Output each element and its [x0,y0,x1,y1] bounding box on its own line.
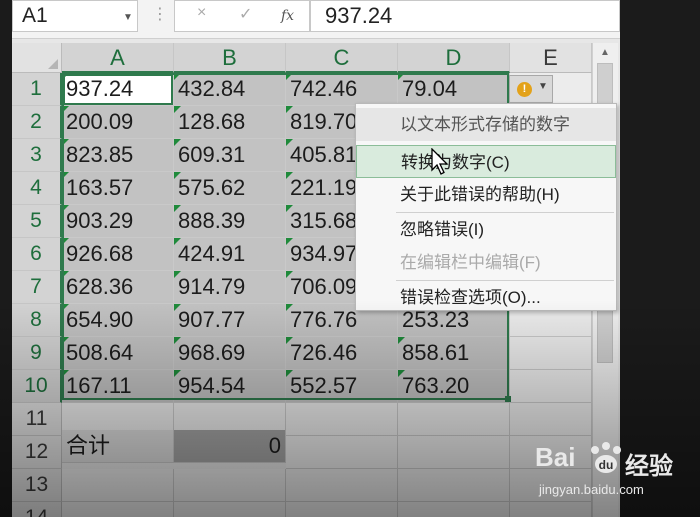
warning-icon: ! [517,82,532,97]
excel-window: A1 ▼ ⋮ × ✓ fx 937.24 A B C D E 123456789… [12,0,620,517]
menu-item-edit-in-formula-bar: 在编辑栏中编辑(F) [400,253,541,272]
total-label-cell[interactable]: 合计 [62,430,174,463]
cell-a10[interactable]: 167.11 [62,370,174,403]
cell-b14[interactable] [174,502,286,517]
formula-buttons: × ✓ fx [174,0,310,32]
cell-a4[interactable]: 163.57 [62,172,174,205]
cell-b5[interactable]: 888.39 [174,205,286,238]
cell-e11[interactable] [510,403,592,436]
cell-a8[interactable]: 654.90 [62,304,174,337]
name-box[interactable]: A1 ▼ [12,0,138,32]
column-header-e[interactable]: E [510,43,592,73]
formula-bar: A1 ▼ ⋮ × ✓ fx 937.24 [12,0,620,39]
cell-a1[interactable]: 937.24 [62,73,174,106]
scroll-up-icon[interactable]: ▲ [600,47,610,58]
cell-c1[interactable]: 742.46 [286,73,398,106]
cell-a6[interactable]: 926.68 [62,238,174,271]
cell-b13[interactable] [174,469,286,502]
row-header-13[interactable]: 13 [12,469,62,502]
column-header-b[interactable]: B [174,43,286,73]
error-check-button[interactable]: ! ▼ [509,75,553,103]
formula-input[interactable]: 937.24 [310,0,620,32]
cell-c14[interactable] [286,502,398,517]
column-header-c[interactable]: C [286,43,398,73]
row-header-12[interactable]: 12 [12,436,62,469]
row-header-14[interactable]: 14 [12,502,62,517]
cell-d12[interactable] [398,436,510,469]
cell-b1[interactable]: 432.84 [174,73,286,106]
mouse-pointer-icon [431,148,449,175]
cell-a9[interactable]: 508.64 [62,337,174,370]
fill-handle[interactable] [505,396,511,402]
row-header-9[interactable]: 9 [12,337,62,370]
cell-d13[interactable] [398,469,510,502]
cancel-icon[interactable]: × [197,4,206,22]
cell-a3[interactable]: 823.85 [62,139,174,172]
cell-d1[interactable]: 79.04 [398,73,510,106]
chevron-down-icon[interactable]: ▼ [123,3,133,33]
cell-b4[interactable]: 575.62 [174,172,286,205]
cell-b2[interactable]: 128.68 [174,106,286,139]
menu-item-error-help[interactable]: 关于此错误的帮助(H) [356,178,616,211]
row-header-4[interactable]: 4 [12,172,62,205]
cell-a2[interactable]: 200.09 [62,106,174,139]
cell-c13[interactable] [286,469,398,502]
total-value-cell[interactable]: 0 [174,430,286,463]
enter-icon[interactable]: ✓ [239,4,252,24]
cell-b10[interactable]: 954.54 [174,370,286,403]
row-header-5[interactable]: 5 [12,205,62,238]
chevron-down-icon: ▼ [538,81,548,92]
cell-d14[interactable] [398,502,510,517]
row-header-2[interactable]: 2 [12,106,62,139]
column-header-d[interactable]: D [398,43,510,73]
separator-icon: ⋮ [152,6,168,23]
cell-a13[interactable] [62,469,174,502]
paw-logo-icon: du [591,442,621,473]
watermark-brand-cn: 经验 [625,453,673,480]
cell-e10[interactable] [510,370,592,403]
cell-d9[interactable]: 858.61 [398,337,510,370]
baidu-jingyan-watermark: Bai du 经验 jingyan.baidu.com [535,438,695,508]
watermark-url: jingyan.baidu.com [539,482,644,497]
svg-text:du: du [599,458,614,472]
cell-a5[interactable]: 903.29 [62,205,174,238]
cell-a14[interactable] [62,502,174,517]
row-header-1[interactable]: 1 [12,73,62,106]
cell-a7[interactable]: 628.36 [62,271,174,304]
cell-c12[interactable] [286,436,398,469]
menu-item-convert-to-number[interactable]: 转换为数字(C) [356,145,616,178]
row-header-7[interactable]: 7 [12,271,62,304]
menu-header: 以文本形式存储的数字 [356,108,616,141]
cell-d10[interactable]: 763.20 [398,370,510,403]
select-all-button[interactable] [12,43,62,73]
row-header-6[interactable]: 6 [12,238,62,271]
watermark-brand: Bai [535,442,576,472]
menu-item-ignore-error[interactable]: 忽略错误(I) [356,213,616,246]
row-header-3[interactable]: 3 [12,139,62,172]
row-header-11[interactable]: 11 [12,403,62,436]
cell-b9[interactable]: 968.69 [174,337,286,370]
error-options-menu: 以文本形式存储的数字 转换为数字(C) 关于此错误的帮助(H) 忽略错误(I) … [355,103,617,311]
cell-e9[interactable] [510,337,592,370]
cell-b3[interactable]: 609.31 [174,139,286,172]
column-header-a[interactable]: A [62,43,174,73]
cell-c9[interactable]: 726.46 [286,337,398,370]
row-header-10[interactable]: 10 [12,370,62,403]
cell-b6[interactable]: 424.91 [174,238,286,271]
cell-c11[interactable] [286,403,398,436]
insert-function-button[interactable]: fx [281,8,294,24]
menu-item-error-checking-options[interactable]: 错误检查选项(O)... [356,281,616,314]
name-box-value: A1 [22,4,48,27]
cell-d11[interactable] [398,403,510,436]
row-header-8[interactable]: 8 [12,304,62,337]
cell-b8[interactable]: 907.77 [174,304,286,337]
cell-c10[interactable]: 552.57 [286,370,398,403]
cell-b7[interactable]: 914.79 [174,271,286,304]
